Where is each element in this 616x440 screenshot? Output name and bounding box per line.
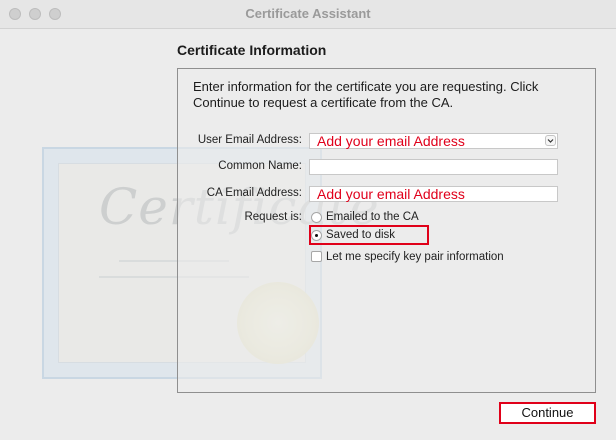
- common-name-field[interactable]: [309, 159, 558, 175]
- user-email-field[interactable]: Add your email Address: [309, 133, 558, 149]
- chevron-down-icon[interactable]: [545, 135, 556, 146]
- key-pair-label: Let me specify key pair information: [326, 251, 504, 263]
- common-name-label: Common Name:: [218, 160, 302, 172]
- ca-email-field[interactable]: Add your email Address: [309, 186, 558, 202]
- intro-text: Enter information for the certificate yo…: [193, 79, 539, 110]
- section-heading: Certificate Information: [177, 42, 327, 58]
- title-bar: Certificate Assistant: [0, 0, 616, 29]
- emailed-option-label: Emailed to the CA: [326, 211, 419, 223]
- emailed-radio[interactable]: [311, 212, 322, 223]
- saved-to-disk-radio[interactable]: [311, 230, 322, 241]
- key-pair-checkbox[interactable]: [311, 251, 322, 262]
- ca-email-label: CA Email Address:: [206, 187, 302, 199]
- user-email-value: Add your email Address: [317, 133, 465, 149]
- continue-button[interactable]: Continue: [499, 402, 596, 424]
- window-title: Certificate Assistant: [245, 6, 371, 21]
- request-is-label: Request is:: [244, 211, 302, 223]
- user-email-label: User Email Address:: [197, 134, 302, 146]
- ca-email-value: Add your email Address: [317, 186, 465, 202]
- dialog-content: Certificate Certificate Information Ente…: [0, 29, 616, 440]
- saved-option-label: Saved to disk: [326, 229, 396, 241]
